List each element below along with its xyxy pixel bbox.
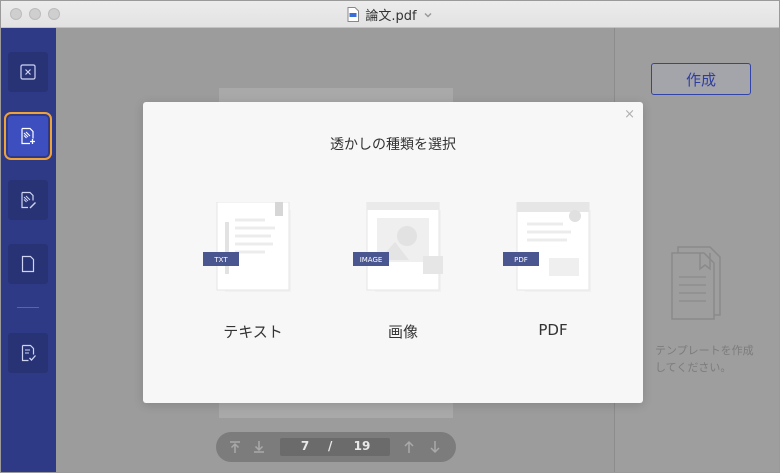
text-watermark-option[interactable]: TXT テキスト [193,202,313,352]
next-page-icon[interactable] [428,440,442,454]
first-page-icon[interactable] [228,440,242,454]
empty-template-message: テンプレートを作成してください。 [655,344,754,374]
dialog-close-button[interactable]: × [624,107,635,122]
pdf-badge: PDF [514,256,528,264]
text-option-label: テキスト [223,323,283,341]
current-page[interactable]: 7 [290,439,320,453]
window-title: 論文.pdf [365,9,417,24]
edit-watermark-icon [21,191,36,209]
close-watermark-button[interactable] [8,52,48,92]
title-bar: 論文.pdf [1,1,779,28]
document-icon [347,7,360,22]
total-pages: 19 [353,439,371,453]
txt-badge: TXT [213,256,228,264]
left-toolbar [1,28,56,472]
image-badge: IMAGE [360,256,383,264]
last-page-icon[interactable] [252,440,266,454]
apply-button[interactable] [8,333,48,373]
page-separator: / [328,439,333,453]
image-watermark-option[interactable]: IMAGE 画像 [343,202,463,352]
page-navigation-bar: 7 / 19 [216,432,456,462]
text-watermark-illustration: TXT [203,202,291,292]
image-option-label: 画像 [387,323,418,341]
image-watermark-illustration: IMAGE [353,202,443,292]
app-window: 論文.pdf 7 / 19 作成 テンプレートを作成してください。 × 透かしの… [0,0,780,473]
dialog-title: 透かしの種類を選択 [330,137,456,153]
add-watermark-button[interactable] [4,112,52,160]
pdf-watermark-option[interactable]: PDF PDF [493,202,613,352]
window-title-area[interactable]: 論文.pdf [1,5,779,24]
blank-page-button[interactable] [8,244,48,284]
template-empty-icon [671,246,721,320]
chevron-down-icon[interactable] [423,10,433,20]
apply-check-icon [21,344,36,362]
edit-watermark-button[interactable] [8,180,48,220]
pdf-watermark-illustration: PDF [503,202,591,292]
add-watermark-icon [21,127,35,145]
close-square-icon [20,64,36,80]
toolbar-divider [17,307,39,308]
create-template-button[interactable]: 作成 [651,63,751,95]
previous-page-icon[interactable] [402,440,416,454]
pdf-option-label: PDF [538,321,568,339]
watermark-type-dialog: × 透かしの種類を選択 TXT テキスト IMAGE 画像 PDF PDF [143,102,643,403]
page-icon [21,255,35,273]
